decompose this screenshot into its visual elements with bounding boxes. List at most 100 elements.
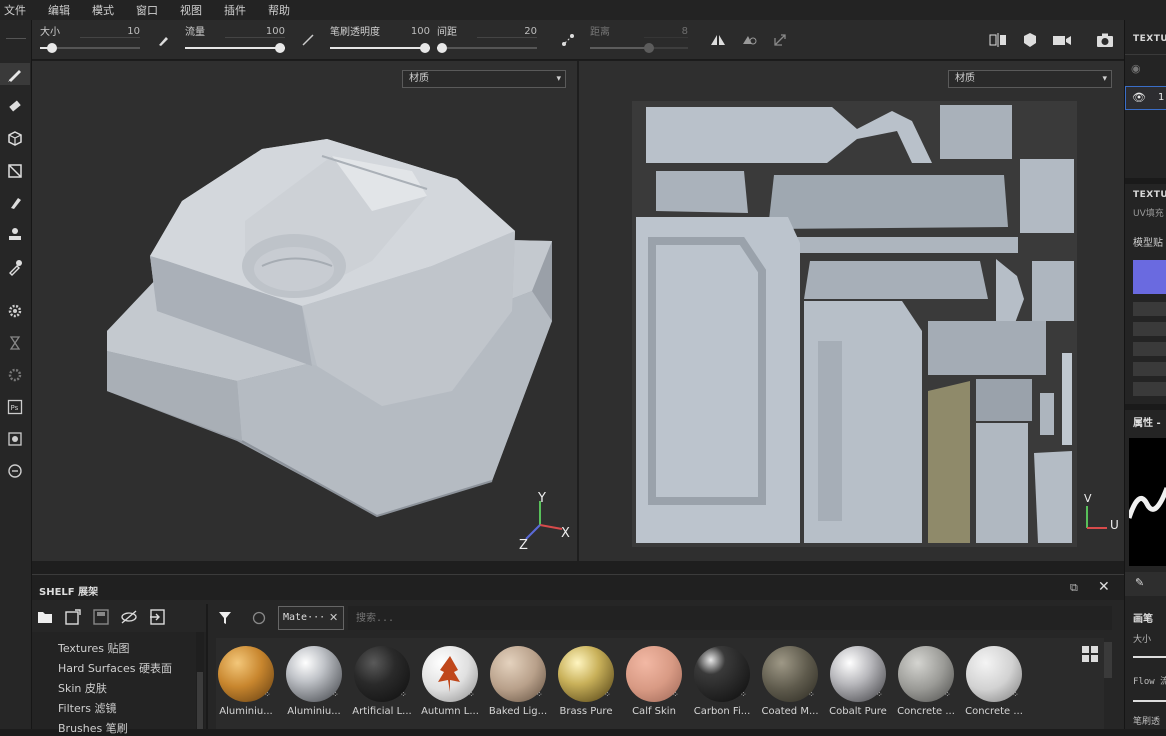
menu-plugins[interactable]: 插件	[224, 2, 246, 18]
material-item[interactable]: Artificial L... ⁘	[350, 646, 414, 726]
close-icon[interactable]: ✕	[1098, 579, 1110, 595]
new-shelf-icon[interactable]	[64, 608, 82, 626]
menu-mode[interactable]: 模式	[92, 2, 114, 18]
category-scrollbar[interactable]	[196, 632, 204, 729]
viewport-3d[interactable]: 材质 ▾ Y X Z	[32, 61, 577, 561]
spacing-slider[interactable]: 间距 20	[437, 20, 537, 54]
brush-opacity-value[interactable]: 100	[411, 26, 430, 37]
projection-tool[interactable]	[4, 128, 26, 150]
material-item[interactable]: Brass Pure ⁘	[554, 646, 618, 726]
normal-map-thumbnail[interactable]	[1133, 260, 1166, 294]
material-item[interactable]: Coated M... ⁘	[758, 646, 822, 726]
map-slot[interactable]	[1133, 362, 1166, 376]
brush-tab-icon[interactable]: ✎	[1135, 576, 1144, 589]
viewport-2d-channel-dropdown[interactable]: 材质 ▾	[948, 70, 1112, 88]
map-slot[interactable]	[1133, 302, 1166, 316]
paint-brush-tool[interactable]	[0, 63, 30, 85]
opacity-slider-knob[interactable]	[420, 43, 430, 53]
bake-tool[interactable]	[4, 300, 26, 322]
texture-set-row[interactable]: 👁 1	[1125, 86, 1166, 110]
size-slider-knob[interactable]	[47, 43, 57, 53]
hide-icon[interactable]	[120, 608, 138, 626]
transform-button[interactable]	[770, 30, 790, 50]
category-filters[interactable]: Filters 滤镜	[58, 700, 116, 716]
menu-help[interactable]: 帮助	[268, 2, 290, 18]
material-item[interactable]: Baked Lig... ⁘	[486, 646, 550, 726]
size-value[interactable]: 10	[127, 26, 140, 37]
filter-icon[interactable]	[216, 609, 234, 627]
eraser-tool[interactable]	[4, 96, 26, 118]
flow-slider-knob[interactable]	[275, 43, 285, 53]
material-item[interactable]: Autumn L... ⁘	[418, 646, 482, 726]
divider[interactable]	[206, 604, 208, 729]
maximize-icon[interactable]: ⧉	[1070, 581, 1078, 595]
size-label: 大小	[40, 27, 60, 38]
material-item[interactable]: Aluminiu... ⁘	[282, 646, 346, 726]
clone-tool[interactable]	[4, 224, 26, 246]
distance-slider[interactable]: 距离 8	[590, 20, 688, 54]
category-brushes[interactable]: Brushes 笔刷	[58, 720, 128, 736]
brush-opacity-slider[interactable]: 笔刷透明度 100	[330, 20, 430, 54]
import-icon[interactable]	[148, 608, 166, 626]
close-icon[interactable]: ✕	[329, 611, 338, 624]
folder-icon[interactable]	[36, 608, 54, 626]
shelf-header: SHELF 展架 ⧉ ✕	[32, 574, 1124, 600]
menu-view[interactable]: 视图	[180, 2, 202, 18]
iray-tool[interactable]	[4, 364, 26, 386]
grid-scrollbar[interactable]	[1104, 642, 1112, 678]
screenshot-button[interactable]	[1094, 30, 1116, 50]
size-slider-track[interactable]	[1133, 656, 1166, 658]
distance-slider-knob[interactable]	[643, 43, 654, 53]
reset-icon[interactable]	[250, 609, 268, 627]
color-picker-tool[interactable]	[4, 256, 26, 278]
smudge-tool[interactable]	[4, 192, 26, 214]
flow-slider[interactable]: 流量 100	[185, 20, 285, 54]
menu-file[interactable]: 文件	[4, 2, 26, 18]
display-settings-button[interactable]	[1018, 30, 1042, 50]
material-item[interactable]: Carbon Fi... ⁘	[690, 646, 754, 726]
flow-slider-track[interactable]	[1133, 700, 1166, 702]
menu-window[interactable]: 窗口	[136, 2, 158, 18]
material-item[interactable]: Aluminiu... ⁘	[214, 646, 278, 726]
category-hard-surfaces[interactable]: Hard Surfaces 硬表面	[58, 660, 172, 676]
brush-preset-button[interactable]	[154, 30, 174, 50]
material-item[interactable]: Concrete ... ⁘	[962, 646, 1026, 726]
lazy-mouse-button[interactable]	[558, 30, 578, 50]
visibility-icon[interactable]: ◉	[1131, 62, 1141, 75]
export-tool[interactable]	[4, 428, 26, 450]
plugin-tool[interactable]	[4, 460, 26, 482]
viewport-2d[interactable]: 材质 ▾ V U	[579, 61, 1124, 561]
photoshop-export-tool[interactable]: Ps	[4, 396, 26, 418]
save-icon[interactable]	[92, 608, 110, 626]
category-textures[interactable]: Textures 贴图	[58, 640, 130, 656]
shelf-search-input[interactable]	[348, 606, 1112, 630]
category-skin[interactable]: Skin 皮肤	[58, 680, 107, 696]
material-name: Baked Lig...	[488, 706, 548, 717]
view-split-button[interactable]	[986, 30, 1010, 50]
physical-paint-button[interactable]	[738, 30, 760, 50]
distance-value[interactable]: 8	[682, 26, 688, 37]
filter-chip[interactable]: Mate··· ✕	[278, 606, 344, 630]
grid-view-icon[interactable]	[1080, 644, 1100, 664]
camera-settings-button[interactable]	[1050, 30, 1074, 50]
material-name: Aluminiu...	[287, 706, 341, 717]
symmetry-button[interactable]	[708, 30, 728, 50]
stroke-button[interactable]	[298, 30, 318, 50]
map-slot[interactable]	[1133, 342, 1166, 356]
material-item[interactable]: Calf Skin ⁘	[622, 646, 686, 726]
scrollbar-thumb[interactable]	[197, 672, 203, 729]
stroke-preview-curve	[1126, 487, 1166, 519]
divider	[1125, 404, 1166, 410]
polygon-fill-tool[interactable]	[4, 160, 26, 182]
map-slot[interactable]	[1133, 382, 1166, 396]
history-tool[interactable]	[4, 332, 26, 354]
size-slider[interactable]: 大小 10	[40, 20, 140, 54]
eye-icon[interactable]: 👁	[1132, 91, 1146, 104]
map-slot[interactable]	[1133, 322, 1166, 336]
flow-value[interactable]: 100	[266, 26, 285, 37]
spacing-slider-knob[interactable]	[437, 43, 447, 53]
material-item[interactable]: Cobalt Pure ⁘	[826, 646, 890, 726]
menu-edit[interactable]: 编辑	[48, 2, 70, 18]
spacing-value[interactable]: 20	[524, 26, 537, 37]
material-item[interactable]: Concrete ... ⁘	[894, 646, 958, 726]
